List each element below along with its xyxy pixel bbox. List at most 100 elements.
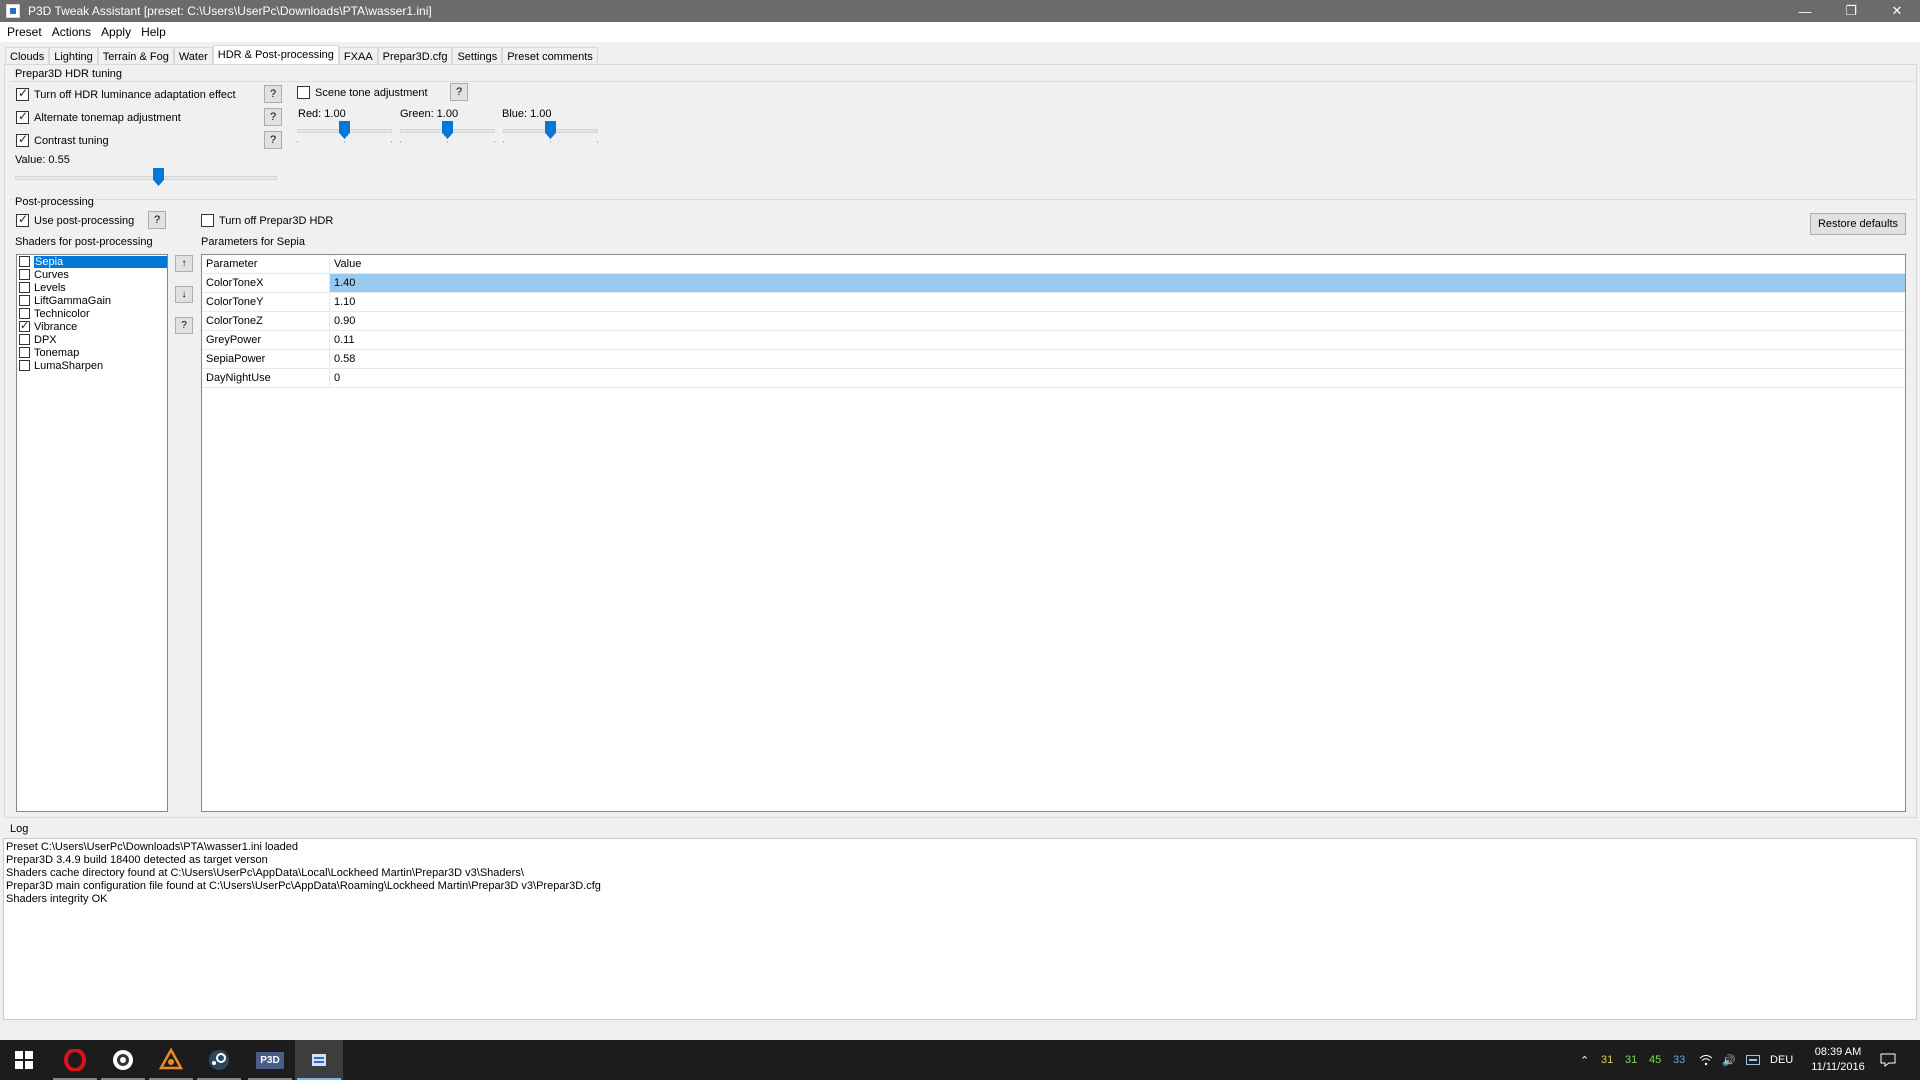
- use-post-processing-checkbox[interactable]: Use post-processing: [16, 212, 135, 227]
- param-value-cell[interactable]: 1.10: [330, 293, 1905, 311]
- shader-checkbox[interactable]: [19, 360, 30, 371]
- tab-settings[interactable]: Settings: [452, 47, 503, 65]
- param-name-cell: ColorToneZ: [202, 312, 330, 330]
- help-tonemap-button[interactable]: ?: [264, 108, 282, 126]
- hdr-luminance-checkbox[interactable]: Turn off HDR luminance adaptation effect: [16, 86, 236, 101]
- parameters-grid[interactable]: Parameter Value ColorToneX 1.40 ColorToneY…: [201, 254, 1906, 812]
- shader-item[interactable]: Technicolor: [17, 307, 167, 320]
- log-line: Shaders integrity OK: [6, 893, 108, 905]
- shader-item[interactable]: LiftGammaGain: [17, 294, 167, 307]
- language-indicator[interactable]: DEU: [1770, 1040, 1793, 1080]
- param-name-cell: ColorToneX: [202, 274, 330, 292]
- grid-header-value: Value: [334, 258, 362, 270]
- minimize-button[interactable]: —: [1782, 0, 1828, 22]
- help-post-processing-button[interactable]: ?: [148, 211, 166, 229]
- move-up-button[interactable]: ↑: [175, 255, 193, 272]
- tab-hdr-post-processing[interactable]: HDR & Post-processing: [212, 45, 339, 66]
- green-slider[interactable]: [400, 121, 495, 145]
- start-button[interactable]: [0, 1040, 48, 1080]
- tab-water[interactable]: Water: [173, 47, 213, 65]
- shader-item[interactable]: Vibrance: [17, 319, 167, 333]
- turn-off-hdr-checkbox[interactable]: Turn off Prepar3D HDR: [201, 214, 333, 227]
- param-row[interactable]: ColorToneZ 0.90: [202, 312, 1905, 331]
- param-name-cell: GreyPower: [202, 331, 330, 349]
- help-contrast-button[interactable]: ?: [264, 131, 282, 149]
- tab-preset-comments[interactable]: Preset comments: [502, 47, 598, 65]
- tab-terrain-fog[interactable]: Terrain & Fog: [97, 47, 174, 65]
- prepar3d-launcher-taskbar-button[interactable]: [147, 1040, 195, 1080]
- notification-center-icon[interactable]: [1880, 1040, 1896, 1080]
- tab-prepar3d-cfg[interactable]: Prepar3D.cfg: [377, 47, 453, 65]
- log-line: Prepar3D 3.4.9 build 18400 detected as t…: [6, 854, 268, 866]
- menu-help[interactable]: Help: [136, 25, 171, 39]
- shader-item[interactable]: Tonemap: [17, 346, 167, 359]
- move-down-button[interactable]: ↓: [175, 286, 193, 303]
- shader-item[interactable]: Curves: [17, 268, 167, 281]
- tweak-assistant-taskbar-button[interactable]: [295, 1040, 343, 1080]
- shader-checkbox[interactable]: [19, 256, 30, 267]
- help-luminance-button[interactable]: ?: [264, 85, 282, 103]
- slider-thumb[interactable]: [442, 121, 453, 139]
- red-slider[interactable]: [297, 121, 392, 145]
- param-row[interactable]: GreyPower 0.11: [202, 331, 1905, 350]
- shader-name: LiftGammaGain: [34, 294, 112, 307]
- shader-checkbox[interactable]: [19, 319, 30, 332]
- slider-ticks: [503, 141, 598, 145]
- param-value-cell[interactable]: 0: [330, 369, 1905, 387]
- settings-taskbar-button[interactable]: [99, 1040, 147, 1080]
- p3d-icon: P3D: [256, 1051, 284, 1069]
- param-row[interactable]: ColorToneY 1.10: [202, 293, 1905, 312]
- turn-off-hdr-label: Turn off Prepar3D HDR: [219, 214, 334, 227]
- param-row[interactable]: SepiaPower 0.58: [202, 350, 1905, 369]
- shader-checkbox[interactable]: [19, 334, 30, 345]
- restore-window-button[interactable]: ❐: [1828, 0, 1874, 22]
- param-value-cell[interactable]: 0.90: [330, 312, 1905, 330]
- shader-name: Vibrance: [34, 320, 78, 333]
- help-shader-button[interactable]: ?: [175, 317, 193, 334]
- shader-item[interactable]: Sepia: [17, 255, 167, 268]
- steam-taskbar-button[interactable]: [195, 1040, 243, 1080]
- volume-icon[interactable]: 🔊: [1722, 1040, 1736, 1080]
- shader-checkbox[interactable]: [19, 308, 30, 319]
- log-textbox[interactable]: Preset C:\Users\UserPc\Downloads\PTA\was…: [3, 838, 1917, 1020]
- contrast-slider[interactable]: [15, 168, 277, 192]
- menu-actions[interactable]: Actions: [47, 25, 96, 39]
- app-icon: [6, 4, 20, 18]
- shader-checkbox[interactable]: [19, 295, 30, 306]
- tab-clouds[interactable]: Clouds: [5, 47, 50, 65]
- shader-item[interactable]: Levels: [17, 281, 167, 294]
- restore-defaults-button[interactable]: Restore defaults: [1810, 213, 1906, 235]
- menu-preset[interactable]: Preset: [2, 25, 47, 39]
- wifi-icon[interactable]: [1699, 1040, 1713, 1080]
- param-row[interactable]: DayNightUse 0: [202, 369, 1905, 388]
- p3d-taskbar-button[interactable]: P3D: [246, 1040, 294, 1080]
- tab-lighting[interactable]: Lighting: [49, 47, 98, 65]
- shader-list[interactable]: Sepia Curves Levels LiftGammaGain Technicolo…: [16, 254, 168, 812]
- shader-checkbox[interactable]: [19, 269, 30, 280]
- slider-thumb[interactable]: [153, 168, 164, 186]
- windows-icon: [15, 1051, 33, 1069]
- show-hidden-icons-button[interactable]: ⌃: [1580, 1040, 1589, 1080]
- tonemap-checkbox[interactable]: Alternate tonemap adjustment: [16, 109, 181, 124]
- param-value-cell[interactable]: 1.40: [330, 274, 1905, 292]
- param-value-cell[interactable]: 0.11: [330, 331, 1905, 349]
- close-window-button[interactable]: ✕: [1874, 0, 1920, 22]
- use-post-processing-label: Use post-processing: [34, 214, 135, 227]
- tab-fxaa[interactable]: FXAA: [338, 47, 378, 65]
- opera-taskbar-button[interactable]: [51, 1040, 99, 1080]
- keyboard-icon[interactable]: [1746, 1040, 1760, 1080]
- blue-slider[interactable]: [503, 121, 598, 145]
- scene-tone-checkbox[interactable]: Scene tone adjustment: [297, 86, 428, 99]
- help-scene-tone-button[interactable]: ?: [450, 83, 468, 101]
- menu-apply[interactable]: Apply: [96, 25, 136, 39]
- shader-checkbox[interactable]: [19, 282, 30, 293]
- shader-item[interactable]: LumaSharpen: [17, 359, 167, 372]
- contrast-checkbox[interactable]: Contrast tuning: [16, 132, 109, 147]
- param-value-cell[interactable]: 0.58: [330, 350, 1905, 368]
- slider-thumb[interactable]: [339, 121, 350, 139]
- shader-checkbox[interactable]: [19, 347, 30, 358]
- shader-item[interactable]: DPX: [17, 333, 167, 346]
- param-row[interactable]: ColorToneX 1.40: [202, 274, 1905, 293]
- slider-thumb[interactable]: [545, 121, 556, 139]
- clock[interactable]: 08:39 AM 11/11/2016: [1803, 1045, 1873, 1075]
